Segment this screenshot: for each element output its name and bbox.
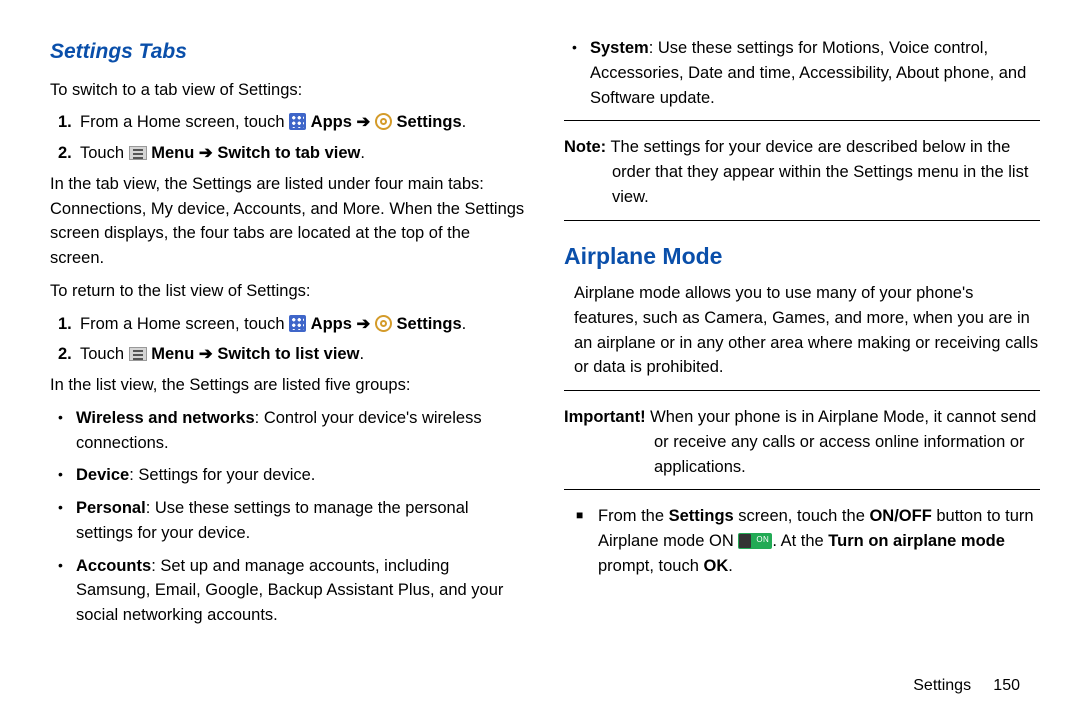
step-1: 1. From a Home screen, touch Apps ➔ Sett…: [58, 110, 526, 135]
airplane-desc: Airplane mode allows you to use many of …: [574, 281, 1040, 380]
bullet-accounts: •Accounts: Set up and manage accounts, i…: [58, 554, 526, 628]
right-column: •System: Use these settings for Motions,…: [564, 36, 1040, 656]
step-2b: 2. Touch Menu ➔ Switch to list view.: [58, 342, 526, 367]
intro-text: To switch to a tab view of Settings:: [50, 78, 526, 103]
settings-gear-icon: [375, 315, 392, 332]
on-toggle-icon: [738, 533, 772, 549]
list-view-intro: In the list view, the Settings are liste…: [50, 373, 526, 398]
bullet-personal: •Personal: Use these settings to manage …: [58, 496, 526, 546]
settings-gear-icon: [375, 113, 392, 130]
bullet-wireless: •Wireless and networks: Control your dev…: [58, 406, 526, 456]
menu-icon: [129, 347, 147, 361]
airplane-mode-heading: Airplane Mode: [564, 239, 1040, 274]
apps-grid-icon: [289, 315, 306, 332]
note-block: Note: The settings for your device are d…: [564, 135, 1040, 209]
divider-icon: [564, 120, 1040, 121]
airplane-step: ■ From the Settings screen, touch the ON…: [576, 504, 1040, 578]
bullet-device: •Device: Settings for your device.: [58, 463, 526, 488]
tab-view-desc: In the tab view, the Settings are listed…: [50, 172, 526, 271]
divider-icon: [564, 220, 1040, 221]
apps-grid-icon: [289, 113, 306, 130]
divider-icon: [564, 390, 1040, 391]
step-1b: 1. From a Home screen, touch Apps ➔ Sett…: [58, 312, 526, 337]
settings-tabs-heading: Settings Tabs: [50, 36, 526, 68]
bullet-system: •System: Use these settings for Motions,…: [572, 36, 1040, 110]
menu-icon: [129, 146, 147, 160]
return-text: To return to the list view of Settings:: [50, 279, 526, 304]
important-block: Important! When your phone is in Airplan…: [564, 405, 1040, 479]
page-footer: Settings 150: [913, 674, 1020, 698]
divider-icon: [564, 489, 1040, 490]
left-column: Settings Tabs To switch to a tab view of…: [50, 36, 526, 656]
step-2: 2. Touch Menu ➔ Switch to tab view.: [58, 141, 526, 166]
